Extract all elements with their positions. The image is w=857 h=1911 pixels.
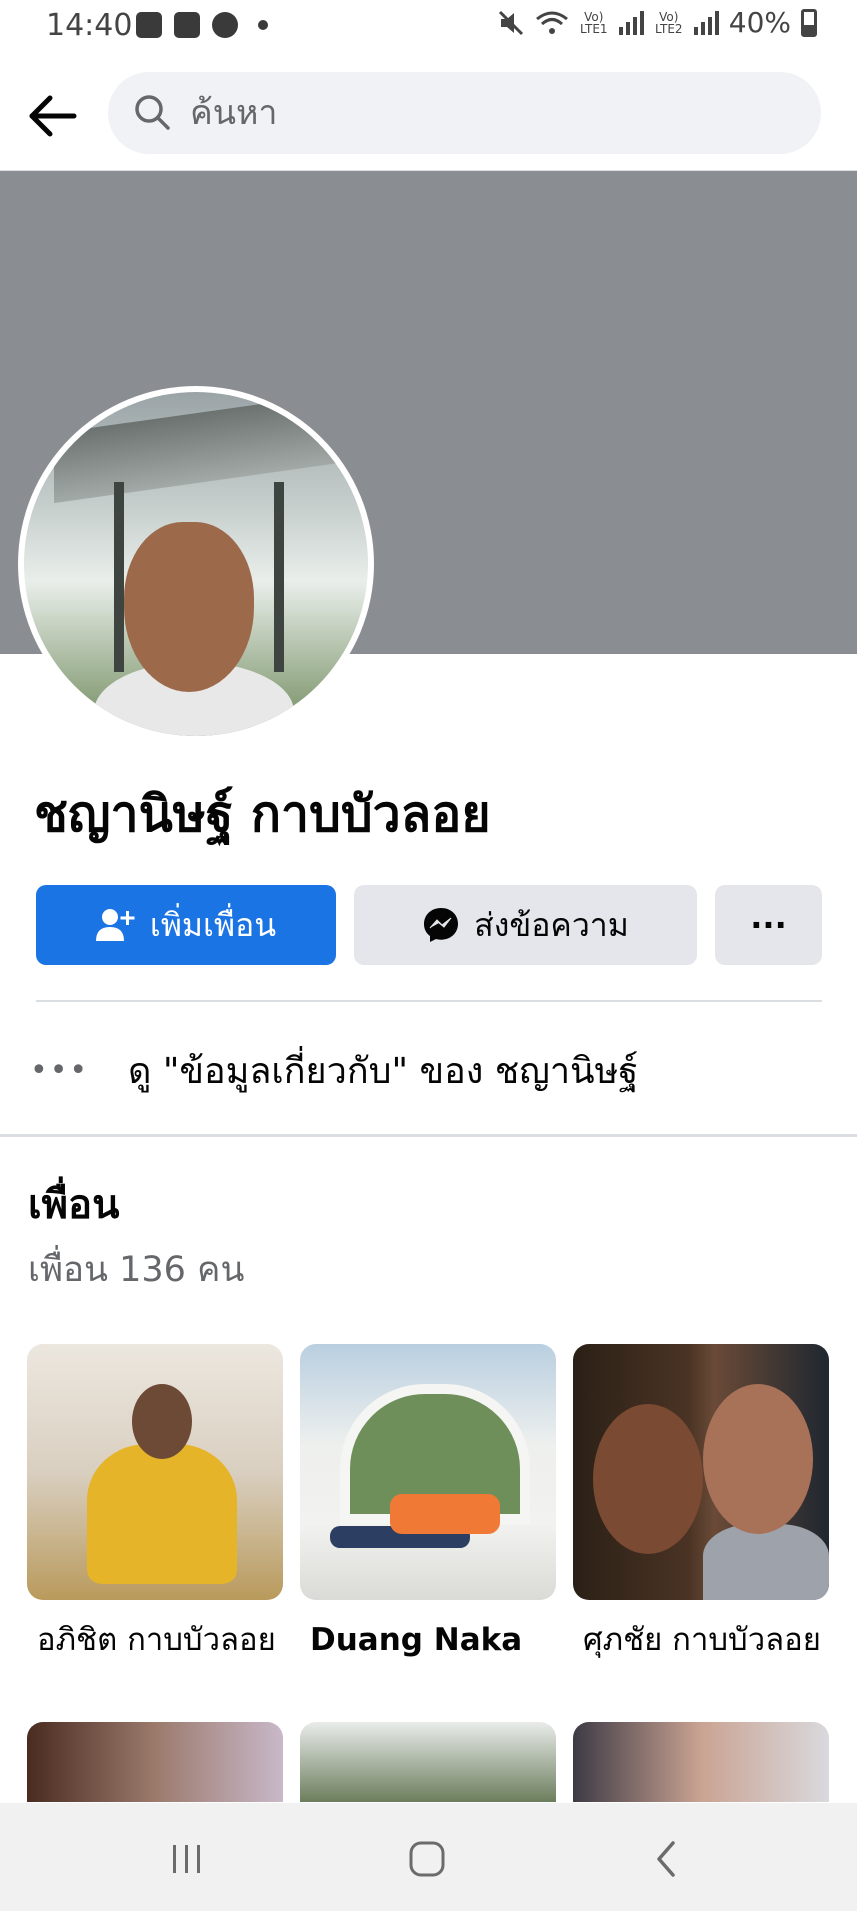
mute-icon xyxy=(498,10,523,35)
add-friend-button[interactable]: เพิ่มเพื่อน xyxy=(36,885,336,965)
add-friend-label: เพิ่มเพื่อน xyxy=(149,905,277,944)
friend-card[interactable]: Duang Naka xyxy=(300,1344,556,1662)
friend-photo[interactable] xyxy=(27,1722,283,1802)
battery-icon xyxy=(801,8,817,37)
play-icon xyxy=(174,12,200,38)
sim2-label: Vo) LTE2 xyxy=(654,9,683,36)
home-icon xyxy=(409,1841,445,1877)
friend-photo[interactable] xyxy=(573,1722,829,1802)
notification-icons xyxy=(136,12,268,38)
status-time: 14:40 xyxy=(46,8,133,43)
friend-card[interactable]: ศุภชัย กาบบัวลอย xyxy=(573,1344,829,1662)
search-input[interactable] xyxy=(188,82,792,144)
friend-name[interactable]: Duang Naka xyxy=(300,1618,556,1662)
friend-photo[interactable] xyxy=(27,1344,283,1600)
home-button[interactable] xyxy=(397,1829,457,1889)
friend-name[interactable]: อภิชิต กาบบัวลอย xyxy=(27,1618,283,1662)
friend-photo[interactable] xyxy=(573,1344,829,1600)
profile-photo-image xyxy=(24,392,368,736)
battery-percent: 40% xyxy=(728,6,791,39)
message-button[interactable]: ส่งข้อความ xyxy=(354,885,697,965)
search-header xyxy=(0,60,857,170)
system-back-button[interactable] xyxy=(637,1829,697,1889)
sim1-label: Vo) LTE1 xyxy=(579,9,608,36)
line-icon xyxy=(212,12,238,38)
arrow-left-icon xyxy=(29,95,77,137)
back-button[interactable] xyxy=(24,88,80,144)
signal1-icon xyxy=(618,10,644,35)
recents-icon xyxy=(173,1845,200,1873)
gallery-icon xyxy=(136,12,162,38)
chevron-left-icon xyxy=(657,1841,675,1877)
search-icon xyxy=(135,95,170,130)
actions-divider xyxy=(36,1000,822,1002)
messenger-icon xyxy=(424,908,459,942)
about-link[interactable]: ••• ดู "ข้อมูลเกี่ยวกับ" ของ ชญานิษฐ์ xyxy=(30,1040,830,1100)
more-options-button[interactable]: ··· xyxy=(715,885,822,965)
more-notifications-dot xyxy=(258,20,268,30)
message-label: ส่งข้อความ xyxy=(474,905,629,944)
friend-card[interactable]: อภิชิต กาบบัวลอย xyxy=(27,1344,283,1662)
friends-section-title[interactable]: เพื่อน xyxy=(28,1172,119,1236)
more-dots-icon: ••• xyxy=(30,1052,90,1088)
system-icons: Vo) LTE1 Vo) LTE2 40% xyxy=(497,6,817,39)
wifi-icon xyxy=(535,11,568,34)
friends-count: เพื่อน 136 คน xyxy=(28,1250,245,1290)
friend-name[interactable]: ศุภชัย กาบบัวลอย xyxy=(573,1618,829,1662)
about-link-text: ดู "ข้อมูลเกี่ยวกับ" ของ ชญานิษฐ์ xyxy=(128,1050,639,1092)
status-bar: 14:40 Vo) LTE1 Vo) LTE2 40% xyxy=(0,0,857,56)
add-friend-icon xyxy=(95,909,135,941)
signal2-icon xyxy=(693,10,719,35)
more-icon: ··· xyxy=(750,906,787,944)
section-separator xyxy=(0,1134,857,1137)
profile-picture[interactable] xyxy=(18,386,374,742)
friend-photo[interactable] xyxy=(300,1722,556,1802)
recent-apps-button[interactable] xyxy=(157,1829,217,1889)
system-navigation-bar xyxy=(0,1803,857,1911)
search-bar[interactable] xyxy=(108,72,821,154)
friend-photo[interactable] xyxy=(300,1344,556,1600)
profile-name: ชญานิษฐ์ กาบบัวลอย xyxy=(34,785,491,843)
